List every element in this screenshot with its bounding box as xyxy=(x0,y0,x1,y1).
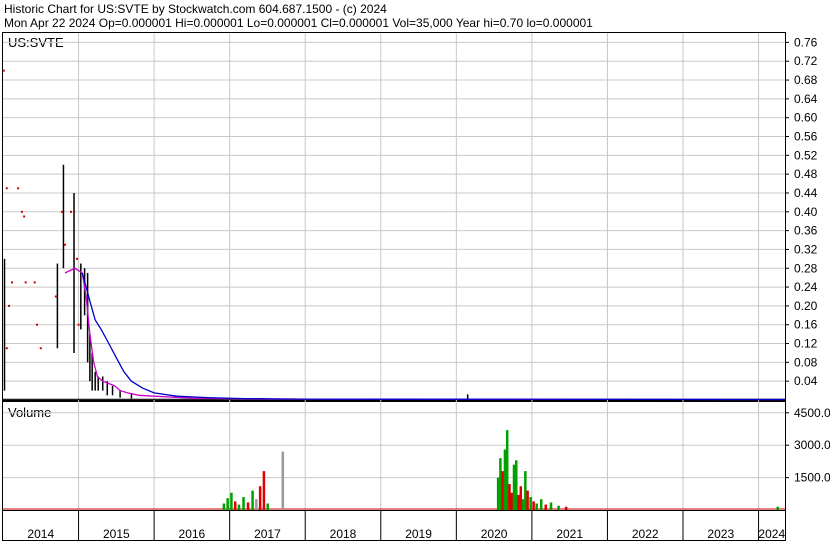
x-tick-label: 2016 xyxy=(179,527,206,541)
volume-bar xyxy=(517,494,520,510)
volume-tick-label: 4500.0 xyxy=(794,406,830,420)
volume-bar xyxy=(222,503,226,510)
volume-bar xyxy=(505,430,509,510)
x-tick-label: 2023 xyxy=(707,527,734,541)
volume-bar xyxy=(281,451,285,510)
price-dot xyxy=(77,323,80,326)
volume-bar xyxy=(237,504,241,510)
volume-bar xyxy=(564,506,568,510)
price-dot xyxy=(33,281,36,284)
price-dot xyxy=(39,347,42,350)
volume-tick-label: 3000.0 xyxy=(794,438,830,452)
volume-bar xyxy=(262,471,266,510)
volume-bar xyxy=(515,460,518,510)
price-axis: 0.76 0.72 0.68 0.64 0.60 0.56 0.52 0.48 0.44 0.40… xyxy=(785,35,818,388)
volume-bar xyxy=(526,490,529,510)
price-tick-label: 0.72 xyxy=(794,54,818,68)
price-dot xyxy=(60,210,63,213)
volume-bar xyxy=(539,499,543,510)
price-dot xyxy=(23,215,26,218)
volume-bar xyxy=(255,499,258,510)
price-dot xyxy=(63,243,66,246)
volume-bar xyxy=(499,458,502,510)
price-tick-label: 0.12 xyxy=(794,337,818,351)
x-tick-label: 2022 xyxy=(632,527,659,541)
price-dot xyxy=(5,187,8,190)
price-dot xyxy=(76,257,79,260)
volume-bar xyxy=(532,501,535,510)
price-tick-label: 0.32 xyxy=(794,242,818,256)
volume-bar xyxy=(519,486,523,510)
x-tick-label: 2018 xyxy=(330,527,357,541)
price-tick-label: 0.52 xyxy=(794,148,818,162)
volume-bar xyxy=(524,471,527,510)
volume-bar xyxy=(535,503,538,510)
price-tick-label: 0.16 xyxy=(794,318,818,332)
volume-bar xyxy=(226,498,229,510)
volume-bar xyxy=(258,486,262,510)
volume-bar xyxy=(496,477,500,510)
x-tick-label: 2015 xyxy=(103,527,130,541)
volume-bar xyxy=(266,503,269,510)
price-tick-label: 0.08 xyxy=(794,355,818,369)
price-dot xyxy=(8,304,11,307)
x-tick-label: 2014 xyxy=(27,527,54,541)
price-dot xyxy=(70,210,72,213)
price-tick-label: 0.64 xyxy=(794,92,818,106)
stock-chart: US:SVTE Volume 0.760.720.680.640.600.560… xyxy=(2,32,830,541)
x-tick-label: 2021 xyxy=(556,527,583,541)
volume-bar xyxy=(521,499,525,510)
price-tick-label: 0.68 xyxy=(794,73,818,87)
volume-bar xyxy=(246,502,250,510)
volume-tick-label: 1500.0 xyxy=(794,471,830,485)
volume-bar xyxy=(557,505,560,510)
price-dot xyxy=(17,187,20,190)
volume-bar xyxy=(529,497,532,510)
price-dot xyxy=(54,295,57,298)
volume-bar xyxy=(230,492,233,510)
x-tick-label: 2020 xyxy=(481,527,508,541)
volume-bar xyxy=(503,449,507,510)
price-dot xyxy=(36,323,38,326)
price-tick-label: 0.24 xyxy=(794,280,818,294)
volume-bar xyxy=(776,506,779,510)
price-dot xyxy=(2,69,5,72)
volume-bar xyxy=(233,501,237,510)
volume-bar xyxy=(501,471,504,510)
price-tick-label: 0.20 xyxy=(794,299,818,313)
volume-bar xyxy=(544,504,547,510)
price-tick-label: 0.28 xyxy=(794,261,818,275)
price-dot xyxy=(20,210,23,213)
volume-bar xyxy=(510,492,513,510)
price-tick-label: 0.40 xyxy=(794,205,818,219)
volume-panel-frame xyxy=(2,401,786,511)
price-tick-label: 0.76 xyxy=(794,35,818,49)
price-tick-label: 0.44 xyxy=(794,186,818,200)
volume-bar xyxy=(508,484,511,510)
x-tick-label: 2017 xyxy=(254,527,281,541)
price-tick-label: 0.48 xyxy=(794,167,818,181)
price-panel-frame xyxy=(2,32,786,401)
price-tick-label: 0.56 xyxy=(794,130,818,144)
volume-bar xyxy=(251,490,254,510)
price-tick-label: 0.36 xyxy=(794,224,818,238)
volume-bar xyxy=(512,464,516,510)
volume-bar xyxy=(242,497,245,510)
price-dot xyxy=(11,281,14,284)
price-tick-label: 0.60 xyxy=(794,111,818,125)
volume-axis: 4500.0 3000.0 1500.0 xyxy=(785,406,830,485)
x-tick-label: 2024 xyxy=(758,527,785,541)
x-tick-label: 2019 xyxy=(405,527,432,541)
volume-bar xyxy=(549,502,553,510)
price-dot xyxy=(5,347,8,350)
price-dot xyxy=(24,281,27,284)
price-tick-label: 0.04 xyxy=(794,374,818,388)
